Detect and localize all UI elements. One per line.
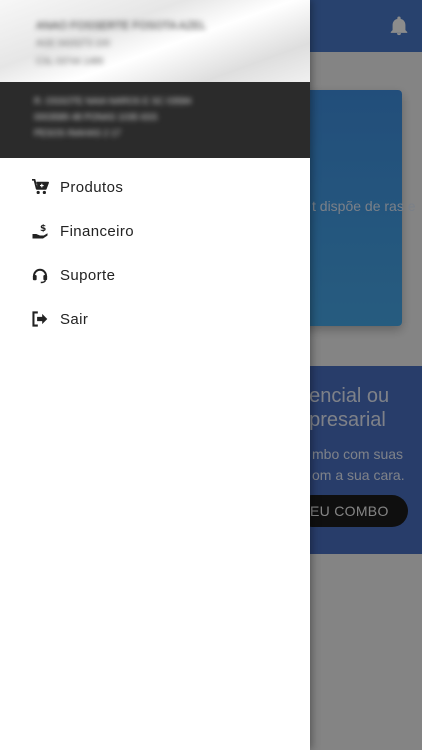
account-id: AGE 0415273 100	[36, 38, 111, 48]
account-name: ANAO FOSSERTE FOSOTA AZEL	[36, 20, 207, 32]
menu-item-financeiro[interactable]: $ Financeiro	[0, 209, 310, 253]
menu-label-produtos: Produtos	[60, 178, 124, 196]
menu-item-suporte[interactable]: Suporte	[0, 253, 310, 297]
menu-label-suporte: Suporte	[60, 266, 116, 284]
headset-icon	[30, 265, 50, 285]
account-header: ANAO FOSSERTE FOSOTA AZEL AGE 0415273 10…	[0, 0, 310, 82]
menu-label-financeiro: Financeiro	[60, 222, 135, 240]
navigation-drawer: ANAO FOSSERTE FOSOTA AZEL AGE 0415273 10…	[0, 0, 310, 750]
address-line1: R. OSSOTE NAIA NAROS E SC 03584	[34, 96, 192, 106]
menu-label-sair: Sair	[60, 310, 89, 328]
account-meta: CSL 03744 1489	[36, 56, 104, 66]
hand-money-icon: $	[30, 221, 50, 241]
logout-icon	[30, 309, 50, 329]
address-line3: PESOS INAHAS 2 17	[34, 128, 122, 138]
menu-item-produtos[interactable]: Produtos	[0, 165, 310, 209]
address-panel: R. OSSOTE NAIA NAROS E SC 03584 0003589 …	[0, 82, 310, 158]
svg-text:$: $	[40, 224, 46, 234]
drawer-menu: Produtos $ Financeiro Suporte Sair	[0, 158, 310, 341]
cart-icon	[30, 177, 50, 197]
address-line2: 0003589 48 PONAS 1035 6SS	[34, 112, 158, 122]
menu-item-sair[interactable]: Sair	[0, 297, 310, 341]
